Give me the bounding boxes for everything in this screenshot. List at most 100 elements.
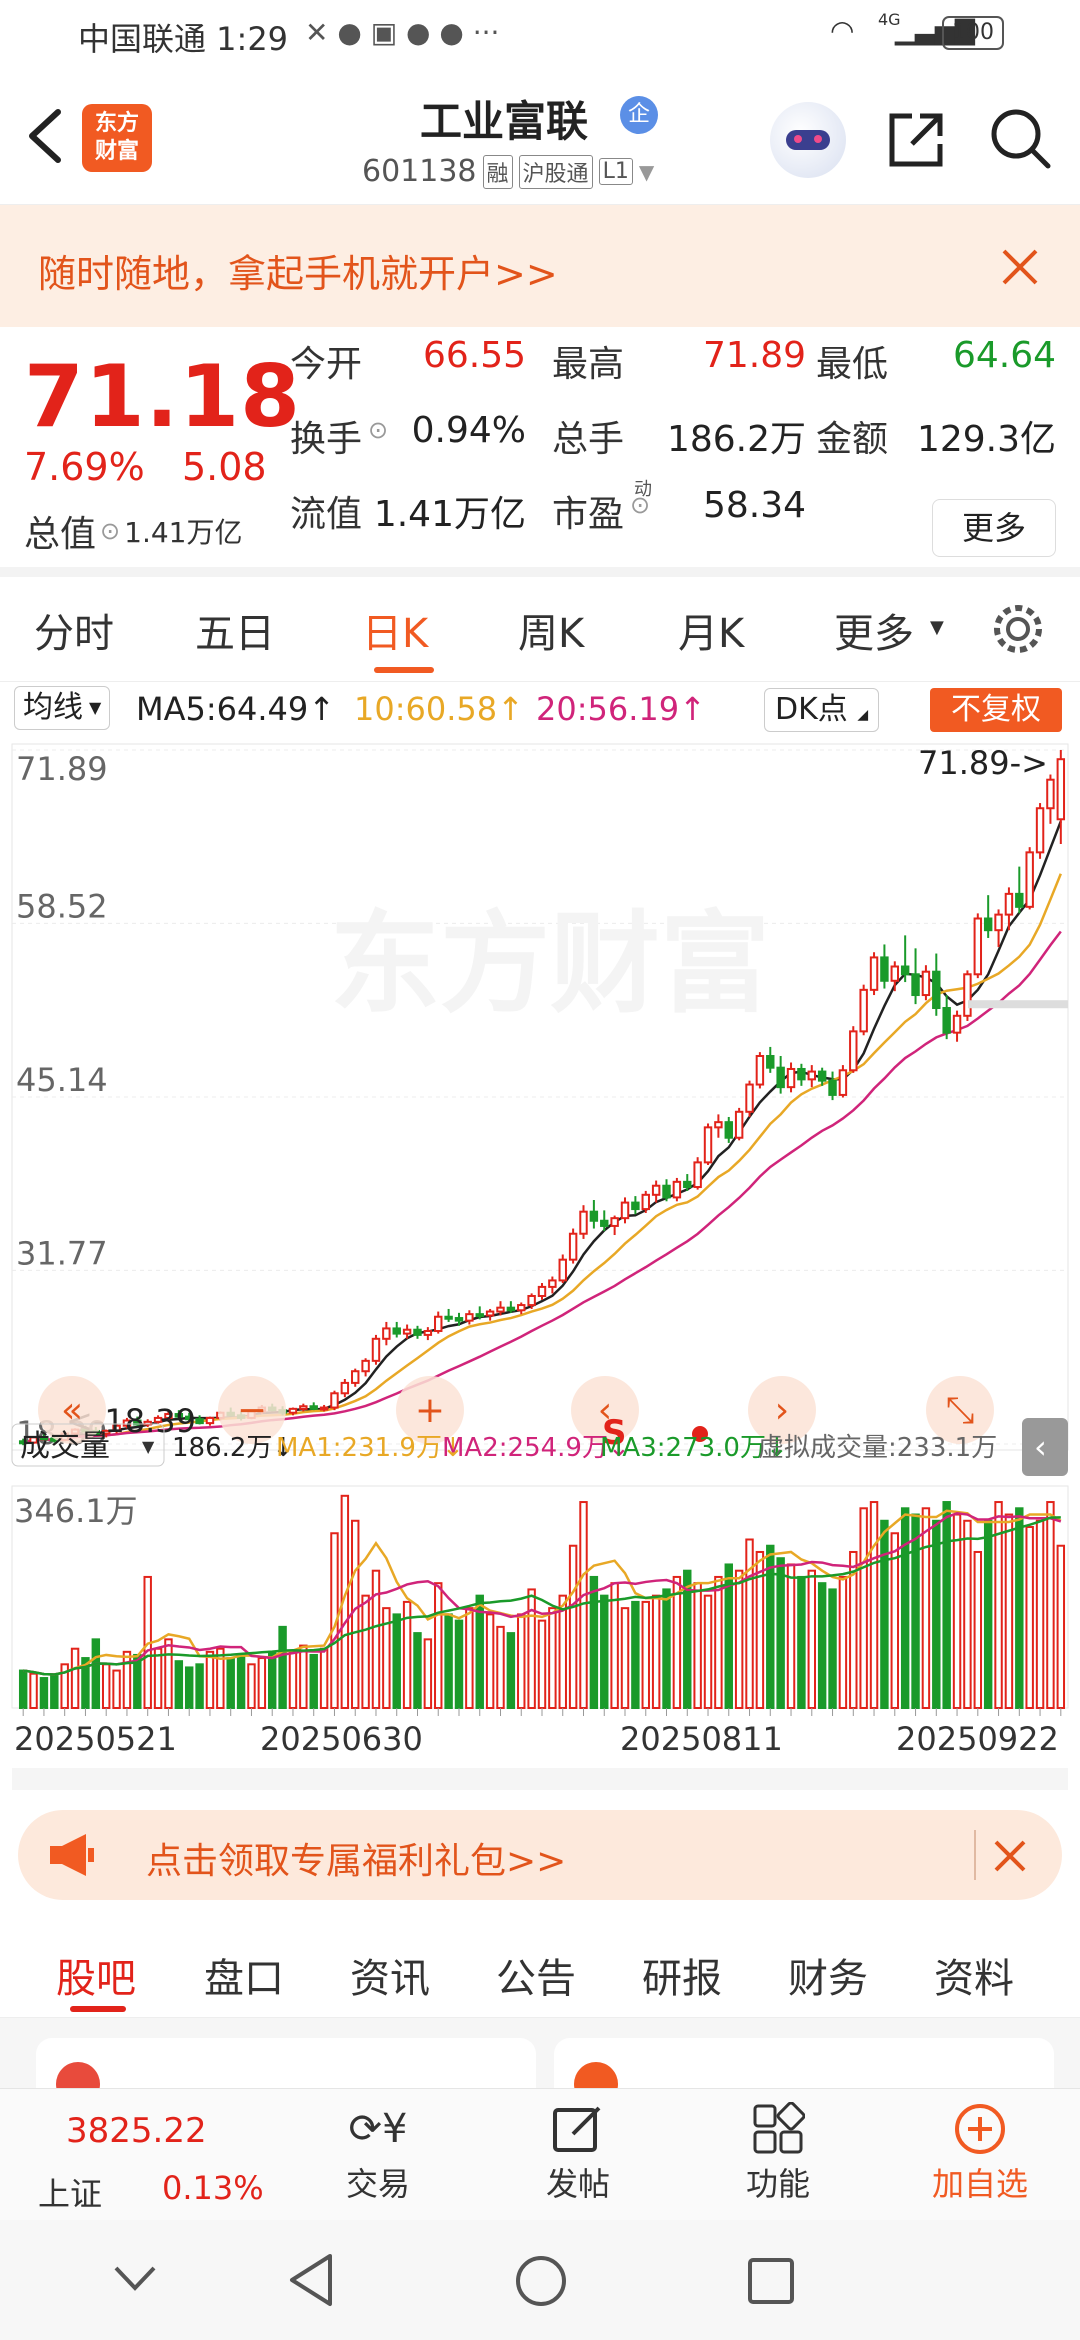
content-tab[interactable]: 盘口 xyxy=(204,1946,284,2004)
index-ticker[interactable]: 3825.22 上证 0.13% xyxy=(0,2089,280,2221)
info-icon[interactable]: ⊙ xyxy=(100,517,120,545)
volume-bar xyxy=(236,1653,246,1709)
candle-body xyxy=(340,1381,350,1395)
content-tab[interactable]: 财务 xyxy=(788,1946,868,2004)
candle-body xyxy=(454,1317,464,1322)
kline-svg[interactable]: 71.8958.5245.1431.7718.39东方财富71.89-><-18… xyxy=(0,732,1080,1790)
card-left[interactable] xyxy=(36,2038,536,2088)
app-logo[interactable]: 东方 财富 xyxy=(82,104,152,172)
megaphone-icon xyxy=(46,1832,96,1878)
back-nav-icon[interactable] xyxy=(286,2252,336,2312)
volume-bar xyxy=(983,1519,993,1709)
ma5-label: MA5:64.49↑ xyxy=(136,690,336,728)
y-tick-label: 45.14 xyxy=(16,1061,108,1099)
content-tab[interactable]: 公告 xyxy=(496,1946,576,2004)
period-tab[interactable]: 分时 xyxy=(34,601,114,659)
volume-bar xyxy=(693,1582,702,1710)
indicator-select[interactable]: 均线 ▼ xyxy=(14,686,111,730)
share-icon[interactable] xyxy=(884,108,948,172)
ma10-label: 10:60.58↑ xyxy=(354,690,524,728)
volume-bar xyxy=(309,1653,318,1709)
candle-body xyxy=(444,1315,453,1320)
volume-bar xyxy=(288,1650,298,1709)
restore-right-button[interactable]: 不复权 xyxy=(930,688,1062,732)
volume-bar xyxy=(517,1613,526,1709)
card-right[interactable] xyxy=(554,2038,1054,2088)
volume-bar xyxy=(205,1650,215,1709)
search-icon[interactable] xyxy=(988,106,1054,172)
stat-label: 最高 xyxy=(552,344,625,385)
trade-label: 交易 xyxy=(345,2165,410,2203)
candle-body xyxy=(558,1258,567,1282)
collapse-icon[interactable] xyxy=(112,2260,158,2300)
x-tick-label: 20250922 xyxy=(896,1720,1059,1758)
volume-bar xyxy=(828,1588,837,1710)
stock-title: 工业富联 xyxy=(420,97,589,146)
candle-body xyxy=(1035,807,1045,854)
stat-label: 市盈 xyxy=(552,494,625,535)
gift-promo-banner[interactable]: 点击领取专属福利礼包>> xyxy=(18,1810,1062,1900)
caret-down-icon: ▼ xyxy=(142,1437,155,1456)
info-icon[interactable]: ⊙ xyxy=(630,491,650,519)
candle-body xyxy=(309,1405,318,1410)
volume-bar xyxy=(299,1644,308,1709)
volume-bar xyxy=(18,1669,28,1710)
candle-body xyxy=(911,973,920,997)
volume-bar xyxy=(278,1625,287,1709)
chevron-down-icon[interactable]: ▼ xyxy=(639,160,654,184)
candle-body xyxy=(973,917,983,976)
volume-bar xyxy=(413,1632,422,1709)
function-button[interactable]: 功能 xyxy=(718,2099,838,2214)
candle-body xyxy=(683,1180,692,1189)
period-tab[interactable]: 月K xyxy=(678,601,744,659)
stat-value: 0.94% xyxy=(411,410,526,451)
close-icon[interactable] xyxy=(992,1838,1028,1874)
content-tab[interactable]: 资料 xyxy=(934,1946,1014,2004)
total-value: 总值 ⊙ 1.41万亿 xyxy=(24,505,242,557)
add-watchlist-button[interactable]: 加自选 xyxy=(910,2099,1050,2214)
chart-bottom-strip xyxy=(12,1768,1068,1790)
post-button[interactable]: 发帖 xyxy=(518,2099,638,2214)
volume-bar xyxy=(797,1575,806,1710)
trade-icon: ⟳¥ xyxy=(348,2106,408,2152)
volume-bar xyxy=(39,1677,49,1709)
settings-gear-icon[interactable] xyxy=(990,601,1046,661)
info-icon[interactable]: ⊙ xyxy=(368,416,388,444)
change-percent: 7.69% xyxy=(24,445,145,489)
content-tab[interactable]: 资讯 xyxy=(350,1946,430,2004)
back-icon[interactable] xyxy=(20,106,70,166)
period-tab[interactable]: 日K xyxy=(362,601,428,659)
volume-bar xyxy=(112,1669,121,1710)
volume-bar xyxy=(786,1563,796,1709)
stat-label: 今开 xyxy=(290,344,363,385)
chart-control-icon: › xyxy=(775,1390,789,1431)
candle-body xyxy=(423,1330,433,1336)
volume-bar xyxy=(641,1600,650,1710)
candle-body xyxy=(745,1083,754,1113)
x-tick-label: 20250521 xyxy=(14,1720,177,1758)
content-tab[interactable]: 股吧 xyxy=(56,1946,136,2004)
change-amount: 5.08 xyxy=(182,445,267,489)
dk-select[interactable]: DK点 ◢ xyxy=(764,688,880,732)
candle-body xyxy=(205,1416,215,1425)
close-icon[interactable] xyxy=(1000,247,1040,287)
more-button[interactable]: 更多 xyxy=(932,499,1056,557)
volume-header-label: MA1:231.9万↓ xyxy=(276,1433,464,1463)
volume-bar xyxy=(1025,1526,1034,1709)
period-tab[interactable]: 周K xyxy=(518,601,584,659)
candle-body xyxy=(465,1313,474,1322)
trade-button[interactable]: ⟳¥ 交易 xyxy=(318,2099,438,2214)
period-tab[interactable]: 五日 xyxy=(195,601,275,659)
edit-icon xyxy=(518,2099,638,2159)
open-account-banner[interactable]: 随时随地，拿起手机就开户>> xyxy=(0,205,1080,327)
content-tab[interactable]: 研报 xyxy=(642,1946,722,2004)
period-tab[interactable]: 更多 xyxy=(834,601,914,659)
stat-label: 换手 xyxy=(290,419,363,460)
candle-body xyxy=(1015,892,1024,908)
candle-body xyxy=(631,1201,640,1211)
candle-body xyxy=(527,1294,536,1307)
volume-bar xyxy=(651,1594,661,1710)
home-nav-icon[interactable] xyxy=(514,2254,568,2312)
recents-nav-icon[interactable] xyxy=(746,2256,796,2310)
ai-assistant-icon[interactable] xyxy=(770,102,846,178)
